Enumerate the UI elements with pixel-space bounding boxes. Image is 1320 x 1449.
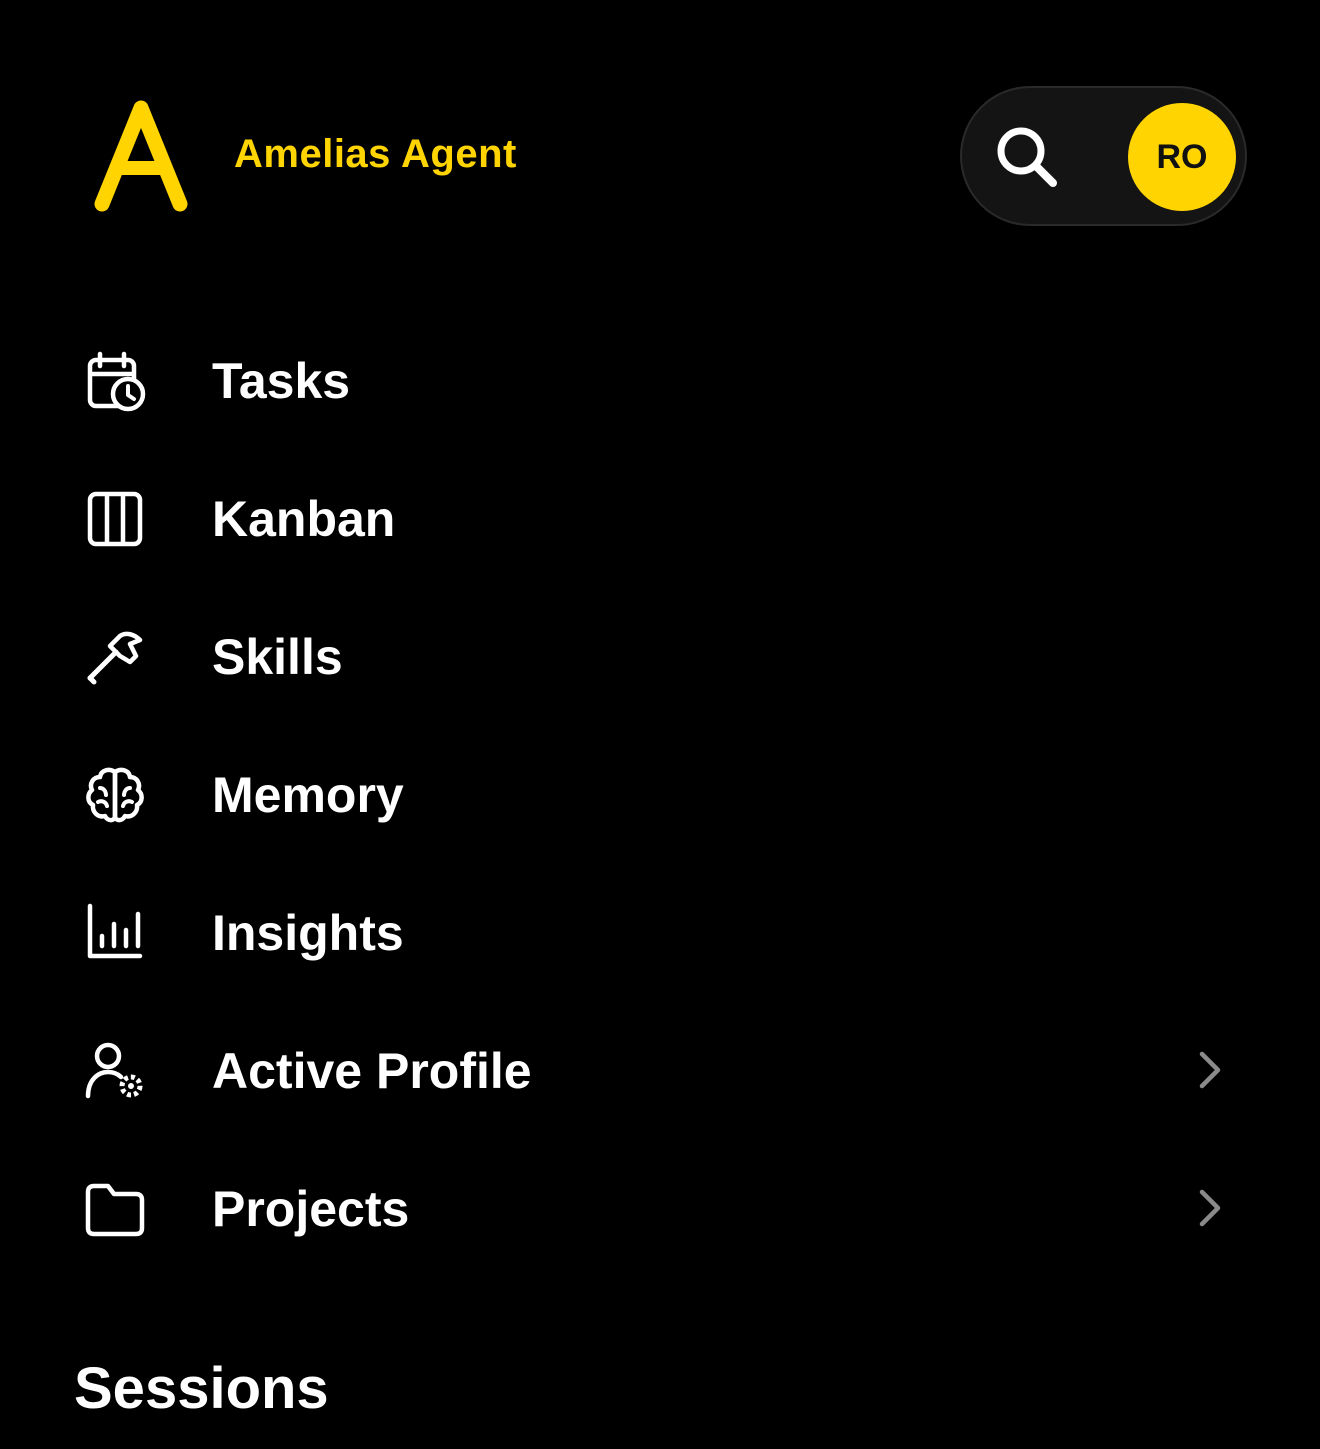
nav-item-active-profile[interactable]: Active Profile [60,1010,1260,1130]
nav-item-kanban[interactable]: Kanban [60,458,1260,578]
nav-label-memory: Memory [212,767,404,823]
search-button[interactable] [984,114,1070,200]
avatar[interactable]: RO [1128,103,1236,211]
columns-icon [84,488,146,550]
nav-label-active-profile: Active Profile [212,1043,532,1099]
chevron-right-icon [1194,1188,1226,1228]
chevron-right-icon [1194,1050,1226,1090]
brain-icon [84,764,146,826]
nav-label-skills: Skills [212,629,343,685]
brand-logo-icon[interactable] [92,98,190,214]
brand-name: Amelias Agent [234,132,517,176]
header-actions: RO [960,86,1247,226]
nav-item-projects[interactable]: Projects [60,1148,1260,1268]
nav-item-insights[interactable]: Insights [60,872,1260,992]
bar-chart-icon [84,902,146,964]
nav-label-tasks: Tasks [212,353,351,409]
sessions-heading: Sessions [74,1356,329,1421]
nav-item-memory[interactable]: Memory [60,734,1260,854]
calendar-clock-icon [84,350,146,412]
nav-item-tasks[interactable]: Tasks [60,320,1260,440]
user-gear-icon [84,1040,146,1102]
nav-label-projects: Projects [212,1181,410,1237]
folder-icon [84,1178,146,1240]
nav-label-kanban: Kanban [212,491,396,547]
nav-item-skills[interactable]: Skills [60,596,1260,716]
hammer-icon [84,626,146,688]
app-header: Amelias Agent RO [0,0,1320,300]
nav-label-insights: Insights [212,905,404,961]
search-icon [997,127,1057,187]
